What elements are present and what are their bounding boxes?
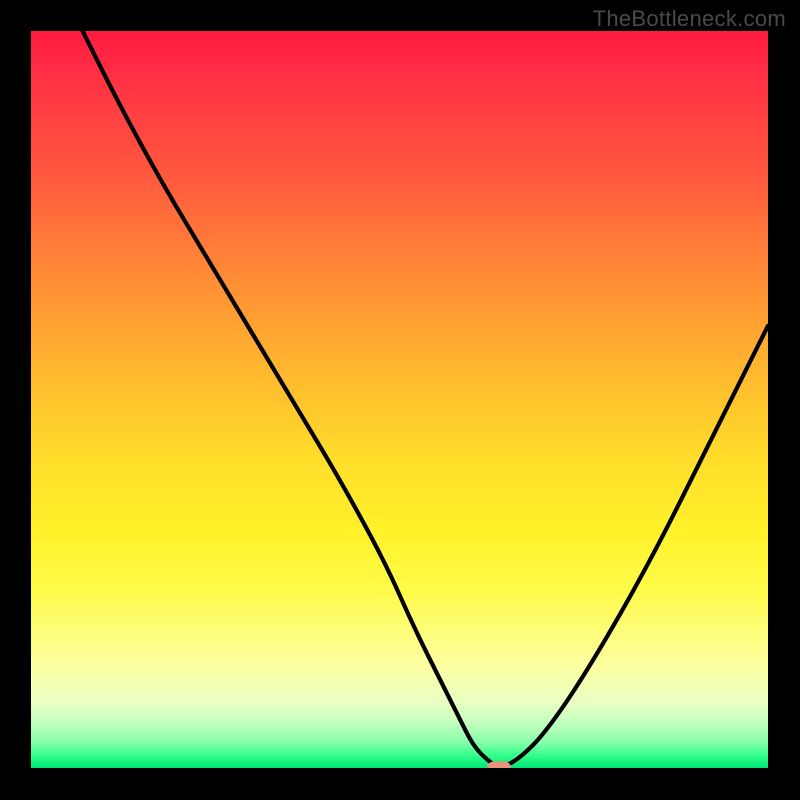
chart-frame: TheBottleneck.com [0,0,800,800]
optimal-point-marker [487,762,511,769]
watermark-text: TheBottleneck.com [593,6,786,32]
plot-area [31,31,768,768]
bottleneck-curve [31,31,768,768]
